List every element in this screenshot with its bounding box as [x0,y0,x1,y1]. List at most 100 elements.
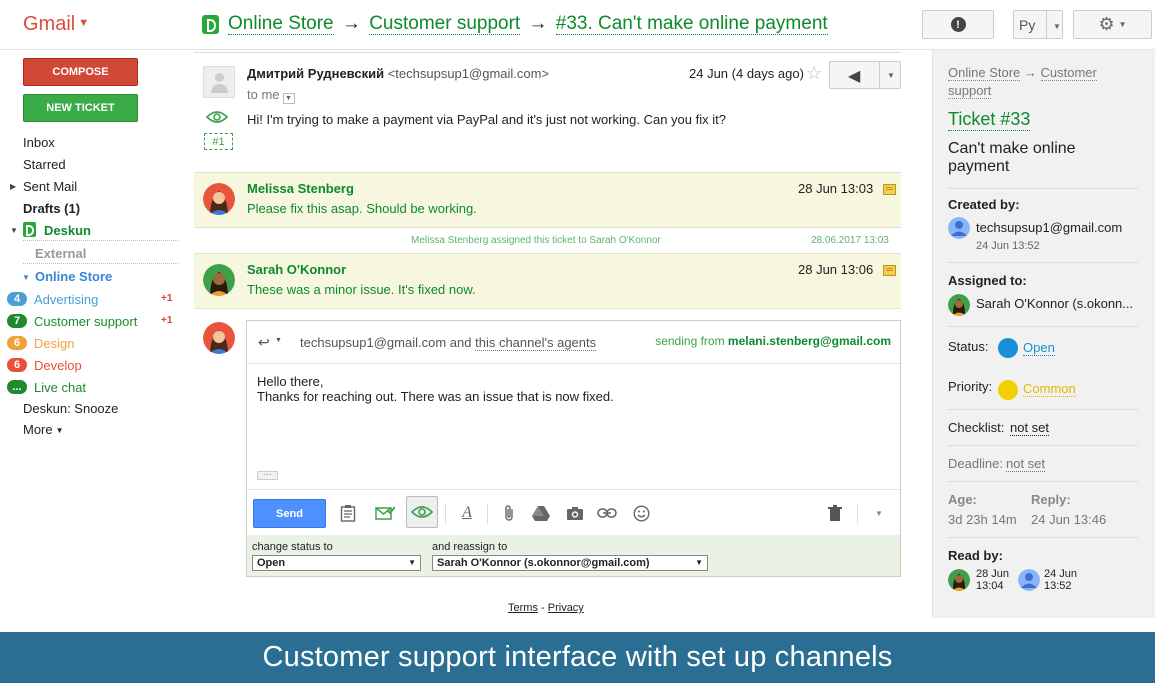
template-icon[interactable] [336,501,360,525]
read-by-time: 28 Jun 13:04 [976,568,1009,592]
expand-icon[interactable]: ▶ [10,182,16,191]
nav-external[interactable]: External [35,246,86,261]
system-message-date: 28.06.2017 13:03 [811,235,889,246]
panel-crumb-customer[interactable]: Customer [1040,65,1097,81]
age-value: 3d 23h 14m [948,512,1017,527]
attachment-icon[interactable] [497,501,521,525]
read-by-time: 24 Jun 13:52 [1044,568,1077,592]
new-ticket-button[interactable]: NEW TICKET [23,94,138,122]
details-dropdown-icon[interactable]: ▼ [282,93,295,104]
reassign-label: and reassign to [432,541,508,553]
mail-check-icon[interactable] [373,501,397,525]
eye-icon[interactable] [410,500,434,524]
nav-inbox[interactable]: Inbox [23,135,55,150]
send-button[interactable]: Send [253,499,326,528]
nav-sent-mail[interactable]: Sent Mail [23,179,77,194]
channel-customer-support[interactable]: 7 Customer support [7,313,137,329]
gmail-menu[interactable]: Gmail ▼ [23,13,89,36]
avatar [948,217,970,239]
status-link[interactable]: Open [1023,340,1055,356]
panel-breadcrumb: Online Store → Customer support [948,64,1118,100]
avatar [1018,569,1040,591]
chevron-down-icon: ▼ [1053,22,1061,31]
avatar [203,66,235,98]
chevron-down-icon[interactable]: ▼ [275,337,282,344]
footer-links: Terms - Privacy [508,602,584,614]
reply-label: Reply: [1031,492,1071,507]
new-count: +1 [161,315,173,326]
count-badge: 4 [7,292,27,306]
compose-button[interactable]: COMPOSE [23,58,138,86]
channel-label: Live chat [34,379,87,395]
channel-live-chat[interactable]: ... Live chat [7,379,86,395]
collapse-icon[interactable]: ▼ [22,273,30,282]
breadcrumb-online-store[interactable]: Online Store [228,13,334,35]
message-body: Hi! I'm trying to make a payment via Pay… [247,112,726,127]
priority-link[interactable]: Common [1023,381,1076,397]
status-label: change status to [252,541,333,553]
eye-icon[interactable] [206,110,228,124]
reply-body[interactable]: Hello there, Thanks for reaching out. Th… [257,374,614,404]
panel-crumb-online-store[interactable]: Online Store [948,65,1021,81]
divider [1046,11,1047,38]
breadcrumb-customer-support[interactable]: Customer support [369,13,521,35]
ticket-id[interactable]: Ticket #33 [948,109,1031,131]
nav-deskun[interactable]: Deskun [44,223,91,238]
internal-note: Sarah O'Konnor These was a minor issue. … [194,253,901,309]
emoji-icon[interactable] [629,501,653,525]
avatar [203,322,235,354]
collapse-icon[interactable]: ▼ [10,226,18,235]
chevron-down-icon: ▼ [408,558,416,567]
sending-from: sending from melani.stenberg@gmail.com [655,334,891,348]
chevron-down-icon[interactable]: ▼ [867,501,891,525]
reassign-select[interactable]: Sarah O'Konnor (s.okonnor@gmail.com) ▼ [432,555,708,571]
reply-icon[interactable]: ↩ [258,334,270,351]
assigned-to[interactable]: Sarah O'Konnor (s.okonn... [976,296,1133,311]
deskun-logo-icon [23,222,36,237]
channel-design[interactable]: 6 Design [7,335,74,351]
checklist-link[interactable]: not set [1010,420,1050,436]
divider [948,445,1138,446]
read-by-label: Read by: [948,548,1003,563]
divider [948,262,1138,263]
reply-icon[interactable]: ◀ [848,66,860,86]
system-message: Melissa Stenberg assigned this ticket to… [411,235,661,246]
drive-icon[interactable] [529,501,553,525]
divider [948,326,1138,327]
chevron-down-icon[interactable]: ▼ [887,71,895,80]
nav-more[interactable]: More ▼ [23,422,64,437]
channel-advertising[interactable]: 4 Advertising [7,291,98,307]
channel-agents-link[interactable]: this channel's agents [475,335,597,351]
ticket-subject: Can't make online payment [948,140,1076,175]
show-trimmed-button[interactable]: ··· [257,471,278,480]
privacy-link[interactable]: Privacy [548,602,584,614]
sending-from-email[interactable]: melani.stenberg@gmail.com [728,334,891,348]
deadline-label: Deadline: [948,456,1003,471]
link-icon[interactable] [595,501,619,525]
alert-button[interactable]: ! [922,10,994,39]
breadcrumb-ticket[interactable]: #33. Can't make online payment [555,13,828,35]
reassign-select-value: Sarah O'Konnor (s.okonnor@gmail.com) [437,557,650,569]
nav-snooze[interactable]: Deskun: Snooze [23,401,118,416]
camera-icon[interactable] [563,501,587,525]
status-select[interactable]: Open ▼ [252,555,421,571]
terms-link[interactable]: Terms [508,602,538,614]
nav-drafts[interactable]: Drafts (1) [23,201,80,216]
nav-starred[interactable]: Starred [23,157,66,172]
divider [487,504,488,524]
composer-footer: change status to Open ▼ and reassign to S… [247,535,900,576]
status-select-value: Open [257,557,286,569]
nav-online-store[interactable]: Online Store [35,269,112,284]
recipients-label: to me [247,87,280,102]
panel-crumb-support[interactable]: support [948,83,992,99]
trash-icon[interactable] [823,501,847,525]
channel-develop[interactable]: 6 Develop [7,357,82,373]
text-format-icon[interactable]: A [455,501,479,525]
star-icon[interactable]: ☆ [806,63,822,84]
reply-button-group[interactable]: ◀ ▼ [829,61,901,89]
language-button[interactable]: Ру ▼ [1013,10,1063,39]
settings-button[interactable]: ⚙ ▼ [1073,10,1152,39]
deadline-link[interactable]: not set [1006,456,1046,472]
reply-recipients[interactable]: techsupsup1@gmail.com and this channel's… [300,335,597,351]
divider [194,52,901,53]
